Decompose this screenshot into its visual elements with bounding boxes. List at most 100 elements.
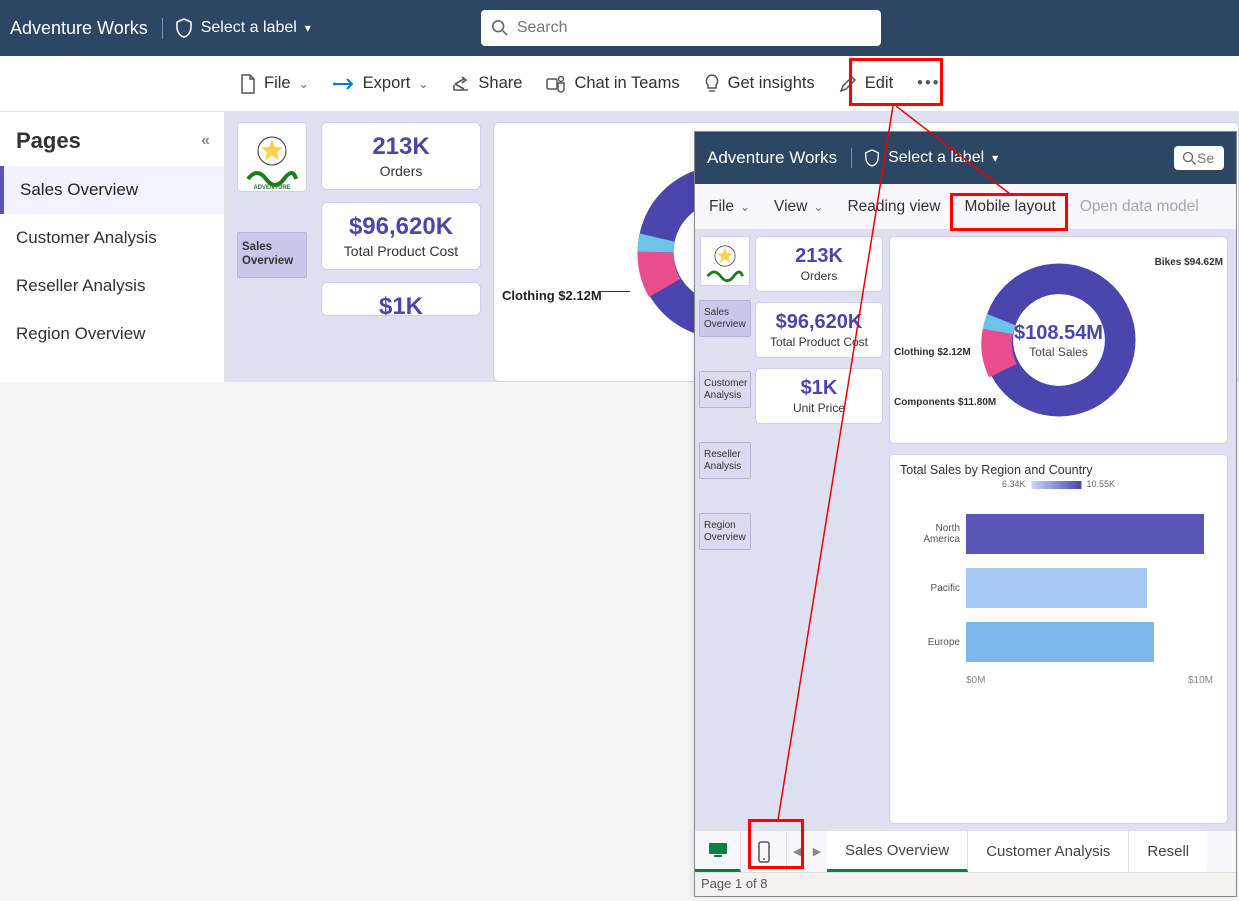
search-placeholder-partial: Se (1197, 150, 1214, 166)
bar-row-north-america: North America (900, 511, 1217, 557)
canvas-nav-reseller[interactable]: Reseller Analysis (699, 442, 751, 479)
status-bar: Page 1 of 8 (695, 872, 1236, 896)
page-item-label: Reseller Analysis (16, 276, 145, 295)
reading-view-label: Reading view (847, 198, 940, 216)
svg-text:ADVENTURE: ADVENTURE (253, 185, 290, 191)
insights-label: Get insights (728, 74, 815, 93)
editor-search[interactable]: Se (1174, 146, 1224, 170)
kpi-val: $1K (760, 377, 878, 400)
get-insights-button[interactable]: Get insights (704, 74, 815, 94)
bar-row-pacific: Pacific (900, 565, 1217, 611)
shield-icon (175, 18, 193, 38)
bar-label: Pacific (900, 583, 960, 594)
axis-tick: $0M (966, 675, 985, 686)
region-bar-chart[interactable]: Total Sales by Region and Country 6.34K … (889, 454, 1228, 824)
kpi-card-orders[interactable]: 213K Orders (321, 122, 481, 190)
file-label: File (709, 198, 734, 216)
search-input[interactable] (517, 19, 871, 37)
kpi-value: $96,620K (326, 213, 476, 241)
kpi-card-total-cost[interactable]: $96,620K Total Product Cost (321, 202, 481, 270)
kpi-label: Orders (326, 163, 476, 179)
bar-fill (966, 568, 1147, 608)
tab-nav-next[interactable]: ▶ (807, 831, 827, 872)
axis-tick: $10M (1188, 675, 1213, 686)
file-icon (240, 74, 256, 94)
nav-label: Reseller Analysis (704, 449, 741, 472)
chevron-down-icon: ▾ (305, 21, 311, 35)
page-item-sales-overview[interactable]: Sales Overview (0, 166, 224, 214)
search-icon (1182, 151, 1197, 166)
page-item-reseller-analysis[interactable]: Reseller Analysis (0, 262, 224, 310)
brand-logo-small (700, 236, 750, 286)
kpi-unit-price[interactable]: $1KUnit Price (755, 368, 883, 424)
label-selector-text: Select a label (201, 19, 297, 37)
canvas-nav-region[interactable]: Region Overview (699, 513, 751, 550)
kpi-val: $96,620K (760, 311, 878, 334)
chevron-down-icon: ⌄ (418, 77, 428, 91)
region-chart-title: Total Sales by Region and Country (900, 463, 1217, 477)
tab-label: Sales Overview (845, 842, 949, 859)
app-title: Adventure Works (10, 18, 163, 39)
kpi-label: Total Product Cost (326, 243, 476, 259)
teams-icon (546, 75, 566, 93)
report-toolbar: File ⌄ Export ⌄ Share Chat in Teams Get … (0, 56, 1239, 112)
share-label: Share (478, 74, 522, 93)
canvas-nav-sales[interactable]: Sales Overview (699, 300, 751, 337)
chevron-down-icon: ▾ (992, 151, 998, 165)
legend-min: 6.34K (1002, 479, 1026, 489)
kpi-lbl: Unit Price (760, 401, 878, 415)
editor-app-title: Adventure Works (707, 148, 852, 168)
editor-label-text: Select a label (888, 149, 984, 167)
tab-sales-overview[interactable]: Sales Overview (827, 831, 968, 872)
chevron-down-icon: ⌄ (299, 77, 309, 91)
share-icon (452, 75, 470, 93)
kpi-total-cost[interactable]: $96,620KTotal Product Cost (755, 302, 883, 358)
donut-center-label: Total Sales (1014, 345, 1103, 359)
editor-window: Adventure Works Select a label ▾ Se File… (694, 131, 1237, 897)
editor-topbar: Adventure Works Select a label ▾ Se (695, 132, 1236, 184)
export-menu[interactable]: Export ⌄ (333, 74, 429, 93)
chevron-down-icon: ⌄ (813, 200, 823, 214)
editor-label-selector[interactable]: Select a label ▾ (864, 149, 998, 167)
page-item-customer-analysis[interactable]: Customer Analysis (0, 214, 224, 262)
desktop-layout-button[interactable] (695, 831, 741, 872)
export-icon (333, 76, 355, 92)
annotation-mobile-footer-highlight (748, 819, 804, 869)
callout-bikes: Bikes $94.62M (1155, 257, 1223, 268)
page-item-region-overview[interactable]: Region Overview (0, 310, 224, 358)
collapse-icon[interactable]: « (201, 132, 210, 150)
chat-teams-button[interactable]: Chat in Teams (546, 74, 679, 93)
annotation-mobile-layout-highlight (950, 193, 1068, 231)
lightbulb-icon (704, 74, 720, 94)
side-nav-label: Sales Overview (242, 241, 293, 267)
search-icon (491, 19, 509, 37)
bar-label: North America (900, 523, 960, 545)
tab-reseller[interactable]: Resell (1129, 831, 1207, 872)
kpi-card-partial[interactable]: $1K (321, 282, 481, 316)
nav-label: Region Overview (704, 520, 746, 543)
top-bar: Adventure Works Select a label ▾ (0, 0, 1239, 56)
file-menu[interactable]: File ⌄ (240, 74, 309, 94)
open-data-model-button[interactable]: Open data model (1080, 198, 1199, 216)
page-item-label: Customer Analysis (16, 228, 157, 247)
bar-row-europe: Europe (900, 619, 1217, 665)
file-label: File (264, 74, 291, 93)
sensitivity-label-selector[interactable]: Select a label ▾ (175, 18, 311, 38)
reading-view-button[interactable]: Reading view (847, 198, 940, 216)
share-button[interactable]: Share (452, 74, 522, 93)
brand-logo: ADVENTURE (237, 122, 307, 192)
donut-visual-full[interactable]: $108.54M Total Sales Bikes $94.62M Cloth… (889, 236, 1228, 444)
tab-label: Resell (1147, 843, 1189, 860)
kpi-orders[interactable]: 213KOrders (755, 236, 883, 292)
search-box[interactable] (481, 10, 881, 46)
chevron-down-icon: ⌄ (740, 200, 750, 214)
pages-header-label: Pages (16, 128, 81, 154)
editor-view-menu[interactable]: View⌄ (774, 198, 823, 216)
kpi-value: $1K (326, 293, 476, 316)
editor-file-menu[interactable]: File ⌄ (709, 198, 750, 216)
canvas-nav-sales[interactable]: Sales Overview (237, 232, 307, 278)
page-item-label: Region Overview (16, 324, 145, 343)
tab-customer-analysis[interactable]: Customer Analysis (968, 831, 1129, 872)
canvas-nav-customer[interactable]: Customer Analysis (699, 371, 751, 408)
bar-label: Europe (900, 637, 960, 648)
